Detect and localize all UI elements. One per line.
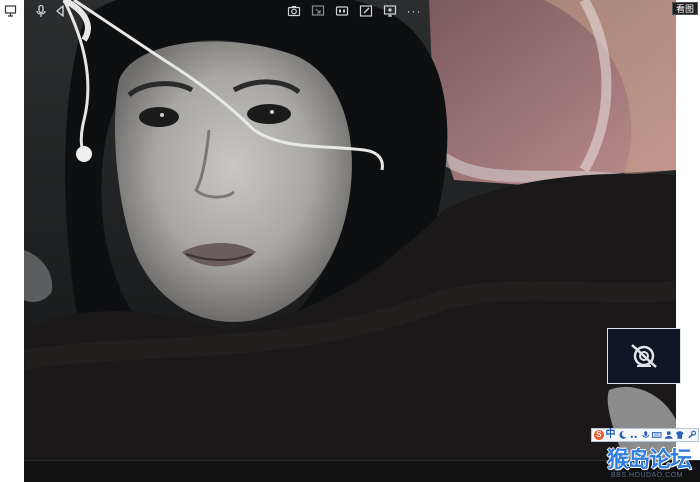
- punctuation-icon[interactable]: [629, 430, 639, 440]
- microphone-icon[interactable]: [641, 430, 651, 440]
- ime-toolbar: S 中: [591, 428, 699, 442]
- ime-logo[interactable]: S: [594, 430, 604, 440]
- more-button[interactable]: ···: [406, 3, 422, 19]
- speaker-icon[interactable]: [52, 3, 68, 19]
- right-margin: [676, 0, 700, 460]
- record-icon[interactable]: [382, 3, 398, 19]
- watermark-url: BBS.HOUDAO.COM: [611, 472, 683, 479]
- video-feed[interactable]: [24, 0, 676, 460]
- watermark-title: 猴岛论坛: [607, 447, 692, 472]
- left-margin: [0, 0, 24, 460]
- window-icon[interactable]: [3, 3, 19, 19]
- moon-icon[interactable]: [618, 430, 628, 440]
- wrench-icon[interactable]: [687, 430, 697, 440]
- ime-mode[interactable]: 中: [606, 430, 616, 440]
- video-mode-icon[interactable]: [334, 3, 350, 19]
- toolbar-corner: [0, 460, 24, 482]
- camera-off-icon: [631, 344, 657, 368]
- video-chat-window: 看图 S 中 ··· 猴岛论坛 BBS.HOUDAO.COM: [0, 0, 700, 482]
- video-frame-image: [24, 0, 676, 460]
- camera-off-button[interactable]: [607, 328, 681, 384]
- call-toolbar: [0, 460, 700, 482]
- microphone-icon[interactable]: [33, 3, 49, 19]
- user-icon[interactable]: [664, 430, 674, 440]
- snapshot-icon[interactable]: [286, 3, 302, 19]
- forum-watermark: 猴岛论坛 BBS.HOUDAO.COM: [603, 442, 699, 482]
- shirt-icon[interactable]: [675, 430, 685, 440]
- corner-badge[interactable]: 看图: [672, 2, 698, 15]
- keyboard-icon[interactable]: [652, 430, 662, 440]
- screen-share-icon[interactable]: [310, 3, 326, 19]
- whiteboard-icon[interactable]: [358, 3, 374, 19]
